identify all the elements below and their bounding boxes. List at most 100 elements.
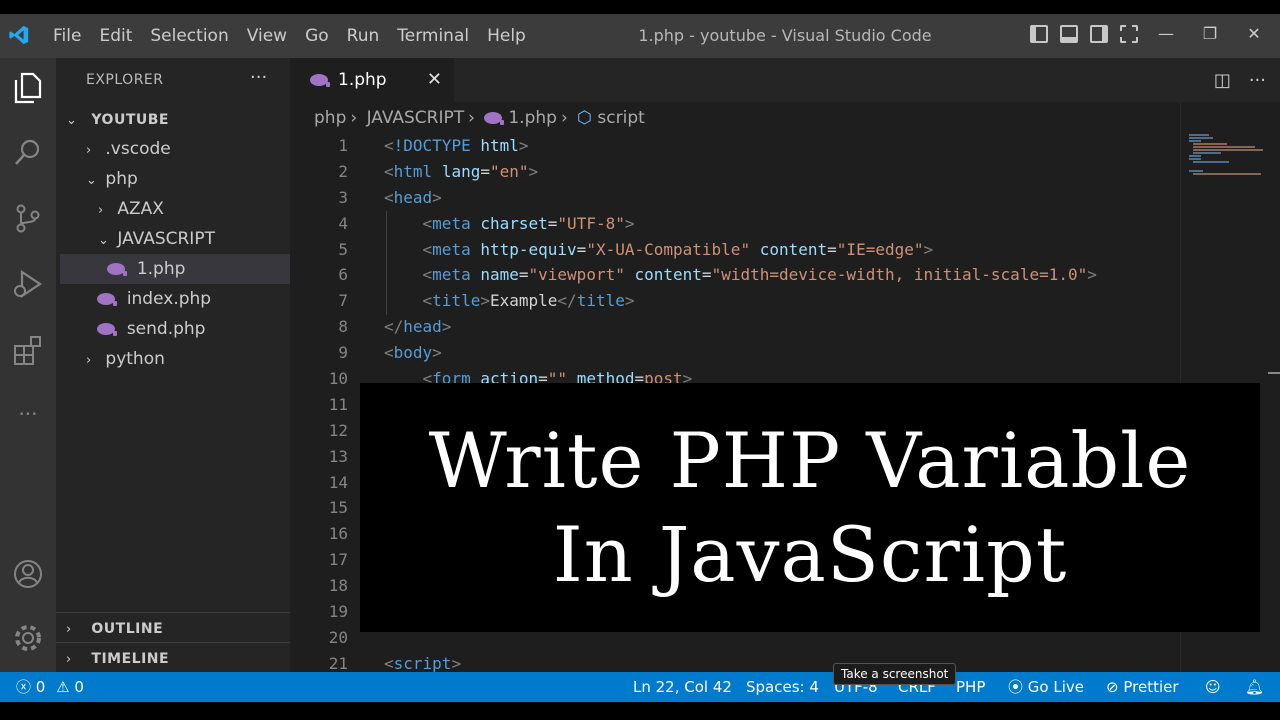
menu-bar: File Edit Selection View Go Run Terminal… <box>44 14 535 58</box>
toggle-secondary-sidebar-icon[interactable] <box>1090 24 1108 43</box>
folder-python[interactable]: › python <box>60 344 290 374</box>
warning-icon: ⚠ <box>56 678 70 696</box>
editor-tab-bar: 1.php ✕ ◫ ··· <box>290 58 1280 102</box>
file-index-php[interactable]: index.php <box>60 284 290 314</box>
file-send-php[interactable]: send.php <box>60 314 290 344</box>
title-bar: File Edit Selection View Go Run Terminal… <box>0 0 1280 58</box>
outline-section[interactable]: › OUTLINE <box>60 613 290 643</box>
section-label: TIMELINE <box>91 651 170 667</box>
notifications-bell-icon[interactable]: 🔔︎ <box>1245 672 1264 702</box>
folder-vscode[interactable]: › .vscode <box>60 134 290 164</box>
folder-javascript[interactable]: ⌄ JAVASCRIPT <box>60 224 290 254</box>
menu-view[interactable]: View <box>247 26 287 46</box>
timeline-section[interactable]: › TIMELINE <box>60 643 290 673</box>
chevron-right-icon: › <box>350 108 358 128</box>
close-window-button[interactable]: ✕ <box>1238 24 1270 43</box>
file-label: index.php <box>126 289 212 309</box>
screenshot-tooltip: Take a screenshot <box>833 663 957 685</box>
search-icon[interactable] <box>10 134 46 170</box>
menu-go[interactable]: Go <box>305 26 329 46</box>
chevron-right-icon: › <box>66 622 72 637</box>
php-file-icon <box>97 293 118 306</box>
php-file-icon <box>484 112 505 125</box>
folder-label: AZAX <box>117 199 164 219</box>
run-debug-icon[interactable] <box>10 266 46 302</box>
feedback-icon[interactable]: ☺ <box>1205 672 1221 702</box>
menu-file[interactable]: File <box>53 26 81 46</box>
go-live-button[interactable]: ⦿ Go Live <box>1008 672 1084 702</box>
code-line: 6 <meta name="viewport" content="width=d… <box>338 265 1097 285</box>
more-views-icon[interactable]: ··· <box>10 396 46 432</box>
window-controls: — ❐ ✕ <box>1030 24 1270 43</box>
chevron-right-icon: › <box>468 108 475 128</box>
error-icon: ⓧ <box>16 678 32 696</box>
extensions-icon[interactable] <box>10 332 46 368</box>
breadcrumb-item[interactable]: script <box>597 108 644 128</box>
indentation-status[interactable]: Spaces: 4 <box>746 672 819 702</box>
folder-label: JAVASCRIPT <box>117 229 215 249</box>
activity-bar: ··· <box>0 58 56 672</box>
code-line: 2 <html lang="en"> <box>338 161 539 181</box>
php-file-icon <box>97 323 118 336</box>
more-actions-icon[interactable]: ··· <box>1249 70 1266 91</box>
folder-azax[interactable]: › AZAX <box>60 194 290 224</box>
banner-line-2: In JavaScript <box>552 509 1068 599</box>
tab-close-icon[interactable]: ✕ <box>427 69 442 90</box>
file-label: send.php <box>126 319 206 339</box>
php-file-icon <box>107 263 128 276</box>
menu-help[interactable]: Help <box>487 26 526 46</box>
split-editor-icon[interactable]: ◫ <box>1214 70 1231 91</box>
cursor-position[interactable]: Ln 22, Col 42 <box>633 672 732 702</box>
restore-button[interactable]: ❐ <box>1194 24 1226 43</box>
chevron-right-icon: › <box>86 353 92 368</box>
toggle-sidebar-icon[interactable] <box>1030 24 1048 43</box>
folder-label: php <box>105 169 138 189</box>
folder-label: python <box>105 349 165 369</box>
language-mode[interactable]: PHP <box>956 672 985 702</box>
editor-actions: ◫ ··· <box>1214 70 1266 91</box>
breadcrumb-item[interactable]: 1.php <box>508 108 557 128</box>
menu-terminal[interactable]: Terminal <box>397 26 469 46</box>
breadcrumb-item[interactable]: php <box>314 108 346 128</box>
customize-layout-icon[interactable] <box>1120 24 1138 43</box>
chevron-right-icon: › <box>560 108 568 128</box>
code-line: 4 <meta charset="UTF-8"> <box>338 213 635 233</box>
explorer-header: EXPLORER <box>86 72 164 88</box>
php-file-icon <box>310 74 330 87</box>
explorer-icon[interactable] <box>10 70 46 106</box>
folder-php[interactable]: ⌄ php <box>60 164 290 194</box>
folder-root-youtube[interactable]: ⌄ YOUTUBE <box>60 104 290 134</box>
file-label: 1.php <box>136 259 186 279</box>
chevron-right-icon: › <box>86 143 92 158</box>
prettier-status[interactable]: ⊘ Prettier <box>1106 672 1179 702</box>
symbol-icon: ⬡ <box>577 108 592 128</box>
folder-label: YOUTUBE <box>91 112 169 128</box>
explorer-sidebar: EXPLORER ··· ⌄ YOUTUBE › .vscode ⌄ php ›… <box>56 58 290 672</box>
toggle-panel-icon[interactable] <box>1060 24 1078 43</box>
file-1-php[interactable]: 1.php <box>60 254 290 284</box>
chevron-down-icon: ⌄ <box>98 233 109 248</box>
prettier-check-icon: ⊘ <box>1106 678 1119 696</box>
accounts-icon[interactable] <box>10 556 46 592</box>
code-line: 9 <body> <box>338 343 442 363</box>
breadcrumb: php › JAVASCRIPT › 1.php › ⬡ script <box>314 108 645 128</box>
menu-selection[interactable]: Selection <box>150 26 228 46</box>
broadcast-icon: ⦿ <box>1008 678 1024 696</box>
menu-run[interactable]: Run <box>347 26 380 46</box>
problems-status[interactable]: ⓧ 0 ⚠ 0 <box>16 672 84 702</box>
vscode-logo-icon <box>9 25 29 45</box>
tab-label: 1.php <box>338 70 387 90</box>
source-control-icon[interactable] <box>10 200 46 236</box>
minimize-button[interactable]: — <box>1150 24 1182 43</box>
chevron-down-icon: ⌄ <box>66 113 77 128</box>
menu-edit[interactable]: Edit <box>99 26 132 46</box>
breadcrumb-item[interactable]: JAVASCRIPT <box>367 108 465 128</box>
settings-gear-icon[interactable] <box>10 620 46 656</box>
title-banner: Write PHP Variable In JavaScript <box>360 383 1260 632</box>
tab-1-php[interactable]: 1.php ✕ <box>290 58 454 102</box>
more-actions-icon[interactable]: ··· <box>250 67 267 88</box>
chevron-right-icon: › <box>66 652 72 667</box>
screen-bottom-strip <box>0 702 1280 720</box>
editor-scrollbar[interactable] <box>1266 102 1280 672</box>
code-line: 1 <!DOCTYPE html> <box>338 136 529 155</box>
